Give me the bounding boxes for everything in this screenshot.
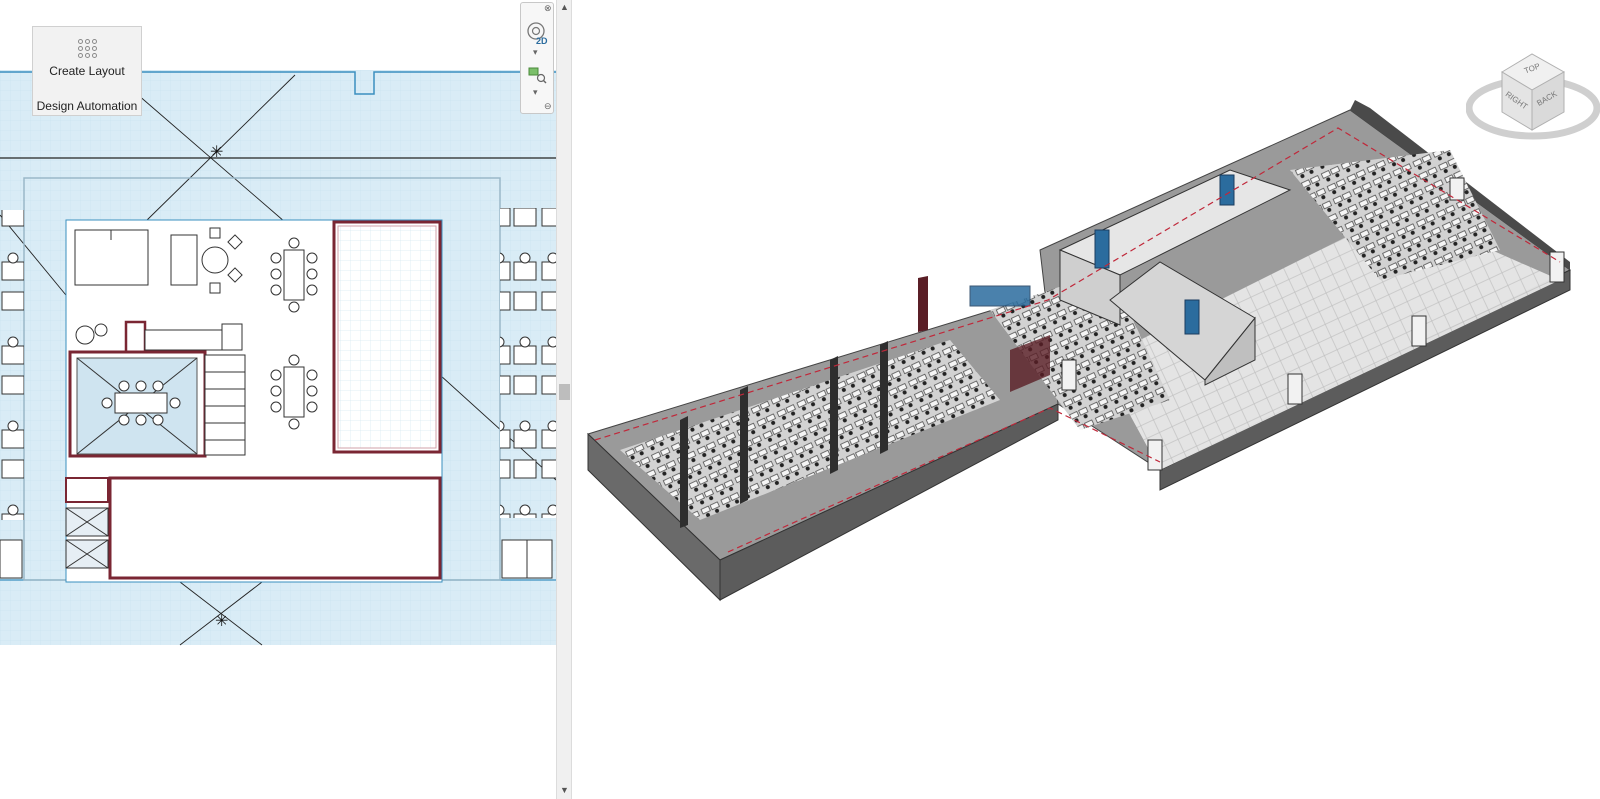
chevron-down-icon[interactable]: ▾ bbox=[533, 87, 538, 98]
zoom-region-icon[interactable] bbox=[528, 67, 548, 85]
scroll-down-icon[interactable]: ▼ bbox=[560, 785, 569, 795]
panel-title: Design Automation bbox=[36, 99, 138, 113]
navigation-bar: ⊗ 2D ▾ ▾ ⊖ bbox=[520, 2, 554, 114]
svg-text:✳: ✳ bbox=[210, 142, 223, 161]
viewcube[interactable]: TOP RIGHT BACK bbox=[1465, 48, 1600, 158]
svg-text:✳: ✳ bbox=[215, 611, 228, 630]
chevron-down-icon[interactable]: ▾ bbox=[533, 47, 538, 58]
create-layout-button[interactable]: Create Layout bbox=[33, 31, 141, 89]
floor-plan-drawing: ✳ ✳ bbox=[0, 70, 556, 646]
plan-view-scrollbar[interactable]: ▲ ▼ bbox=[556, 0, 572, 799]
collapse-icon[interactable]: ⊖ bbox=[544, 101, 552, 112]
close-icon[interactable]: ⊗ bbox=[544, 3, 552, 14]
3d-model-drawing bbox=[587, 100, 1571, 602]
floor-plan-view[interactable]: ✳ ✳ bbox=[0, 0, 556, 799]
mode-2d-label[interactable]: 2D bbox=[536, 36, 548, 46]
scroll-up-icon[interactable]: ▲ bbox=[560, 2, 569, 12]
create-layout-label: Create Layout bbox=[49, 64, 125, 78]
grid-dots-icon bbox=[77, 39, 97, 58]
3d-view[interactable] bbox=[574, 0, 1600, 799]
scroll-thumb[interactable] bbox=[559, 384, 570, 400]
design-automation-panel: Create Layout Design Automation bbox=[32, 26, 142, 116]
